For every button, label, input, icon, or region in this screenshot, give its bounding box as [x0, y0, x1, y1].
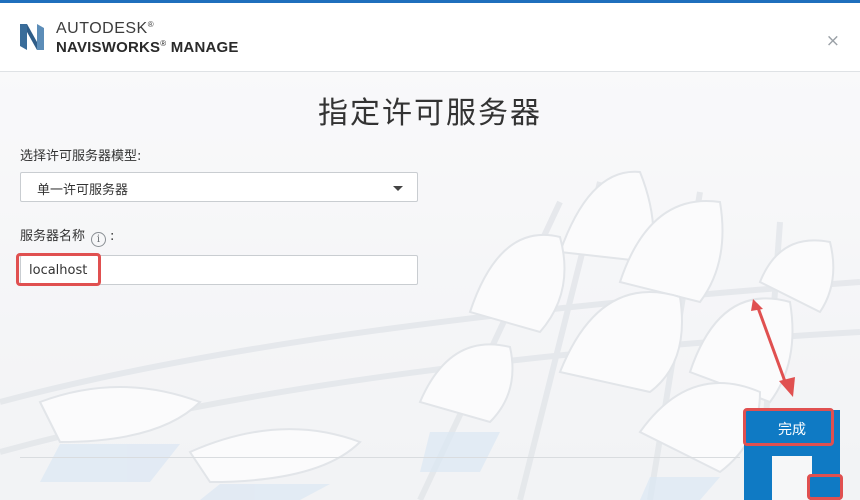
server-name-label: 服务器名称 — [20, 229, 86, 244]
dropdown-arrow-icon — [393, 186, 403, 191]
info-icon[interactable]: i — [91, 232, 107, 247]
server-name-label-row: 服务器名称 i: — [20, 225, 114, 247]
footer-divider — [20, 457, 740, 458]
license-model-dropdown[interactable]: 单一许可服务器 — [20, 172, 418, 202]
brand-autodesk: AUTODESK® — [56, 20, 155, 37]
license-server-dialog: AUTODESK® NAVISWORKS® MANAGE × 指定许可服务器 选… — [0, 0, 860, 500]
screenshot-cutout — [772, 456, 812, 500]
license-model-selected-value: 单一许可服务器 — [37, 183, 129, 198]
app-header: AUTODESK® NAVISWORKS® MANAGE × — [0, 3, 860, 72]
brand-product-name: NAVISWORKS® MANAGE — [56, 39, 239, 56]
finish-button-label: 完成 — [778, 422, 806, 438]
license-model-label: 选择许可服务器模型: — [20, 149, 142, 164]
annotation-arrow-icon — [751, 299, 795, 397]
background-architecture-image — [0, 72, 860, 500]
close-icon: × — [825, 31, 840, 51]
page-title: 指定许可服务器 — [318, 96, 542, 131]
secondary-button[interactable] — [810, 476, 840, 500]
autodesk-n-logo-icon — [20, 24, 44, 50]
server-name-label-suffix: : — [110, 229, 115, 244]
close-button[interactable]: × — [826, 33, 840, 50]
server-name-input[interactable] — [20, 255, 418, 285]
